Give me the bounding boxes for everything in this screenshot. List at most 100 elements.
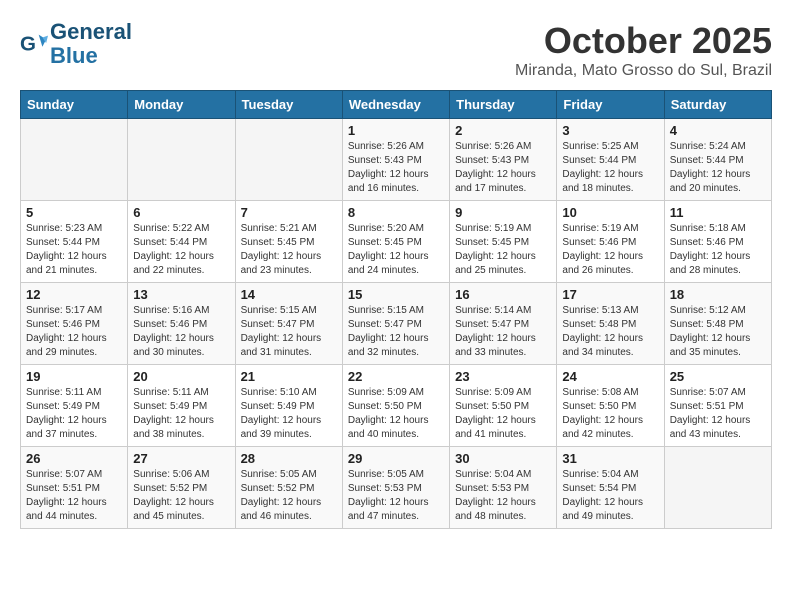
calendar-cell: 2Sunrise: 5:26 AMSunset: 5:43 PMDaylight… <box>450 119 557 201</box>
logo-blue: Blue <box>50 43 98 68</box>
logo-general: General <box>50 19 132 44</box>
day-number: 24 <box>562 369 658 384</box>
calendar-cell: 26 Sunrise: 5:07 AMSunset: 5:51 PMDayligh… <box>21 447 128 529</box>
day-number: 16 <box>455 287 551 302</box>
day-info: Sunrise: 5:22 AMSunset: 5:44 PMDaylight:… <box>133 222 229 278</box>
calendar-cell: 3 Sunrise: 5:25 AMSunset: 5:44 PMDaylight… <box>557 119 664 201</box>
logo-icon: G <box>20 30 48 58</box>
day-info: Sunrise: 5:09 AMSunset: 5:50 PMDaylight:… <box>348 386 444 442</box>
day-number: 30 <box>455 451 551 466</box>
day-number: 9 <box>455 205 551 220</box>
calendar-cell: 10 Sunrise: 5:19 AMSunset: 5:46 PMDayligh… <box>557 201 664 283</box>
day-number: 11 <box>670 205 766 220</box>
day-number: 1 <box>348 123 444 138</box>
weekday-header-saturday: Saturday <box>664 91 771 119</box>
day-info: Sunrise: 5:11 AMSunset: 5:49 PMDaylight:… <box>133 386 229 442</box>
day-number: 6 <box>133 205 229 220</box>
weekday-header-thursday: Thursday <box>450 91 557 119</box>
day-info: Sunrise: 5:25 AMSunset: 5:44 PMDaylight:… <box>562 140 658 196</box>
location-title: Miranda, Mato Grosso do Sul, Brazil <box>515 62 772 80</box>
calendar-cell: 16Sunrise: 5:14 AMSunset: 5:47 PMDayligh… <box>450 283 557 365</box>
title-block: October 2025 Miranda, Mato Grosso do Sul… <box>515 20 772 80</box>
day-info: Sunrise: 5:17 AMSunset: 5:46 PMDaylight:… <box>26 304 122 360</box>
svg-text:G: G <box>20 33 36 56</box>
calendar-cell: 5Sunrise: 5:23 AMSunset: 5:44 PMDaylight… <box>21 201 128 283</box>
calendar-cell: 29Sunrise: 5:05 AMSunset: 5:53 PMDayligh… <box>342 447 449 529</box>
calendar-cell: 6 Sunrise: 5:22 AMSunset: 5:44 PMDaylight… <box>128 201 235 283</box>
calendar-cell: 30 Sunrise: 5:04 AMSunset: 5:53 PMDayligh… <box>450 447 557 529</box>
day-number: 29 <box>348 451 444 466</box>
day-number: 19 <box>26 369 122 384</box>
weekday-header-wednesday: Wednesday <box>342 91 449 119</box>
calendar-cell: 13 Sunrise: 5:16 AMSunset: 5:46 PMDayligh… <box>128 283 235 365</box>
day-number: 3 <box>562 123 658 138</box>
week-row-2: 5Sunrise: 5:23 AMSunset: 5:44 PMDaylight… <box>21 201 772 283</box>
day-info: Sunrise: 5:19 AMSunset: 5:45 PMDaylight:… <box>455 222 551 278</box>
day-number: 27 <box>133 451 229 466</box>
calendar-cell: 24 Sunrise: 5:08 AMSunset: 5:50 PMDayligh… <box>557 365 664 447</box>
day-number: 18 <box>670 287 766 302</box>
calendar-cell: 19 Sunrise: 5:11 AMSunset: 5:49 PMDayligh… <box>21 365 128 447</box>
day-info: Sunrise: 5:26 AMSunset: 5:43 PMDaylight:… <box>455 140 551 196</box>
calendar-table: SundayMondayTuesdayWednesdayThursdayFrid… <box>20 90 772 529</box>
day-info: Sunrise: 5:07 AMSunset: 5:51 PMDaylight:… <box>670 386 766 442</box>
day-info: Sunrise: 5:04 AMSunset: 5:53 PMDaylight:… <box>455 468 551 524</box>
day-number: 17 <box>562 287 658 302</box>
calendar-cell: 11 Sunrise: 5:18 AMSunset: 5:46 PMDayligh… <box>664 201 771 283</box>
day-info: Sunrise: 5:16 AMSunset: 5:46 PMDaylight:… <box>133 304 229 360</box>
weekday-header-monday: Monday <box>128 91 235 119</box>
calendar-cell: 18 Sunrise: 5:12 AMSunset: 5:48 PMDayligh… <box>664 283 771 365</box>
day-number: 7 <box>241 205 337 220</box>
day-number: 8 <box>348 205 444 220</box>
day-info: Sunrise: 5:08 AMSunset: 5:50 PMDaylight:… <box>562 386 658 442</box>
calendar-cell <box>664 447 771 529</box>
month-title: October 2025 <box>515 20 772 62</box>
day-info: Sunrise: 5:19 AMSunset: 5:46 PMDaylight:… <box>562 222 658 278</box>
calendar-cell: 17 Sunrise: 5:13 AMSunset: 5:48 PMDayligh… <box>557 283 664 365</box>
calendar-cell: 9 Sunrise: 5:19 AMSunset: 5:45 PMDaylight… <box>450 201 557 283</box>
day-info: Sunrise: 5:18 AMSunset: 5:46 PMDaylight:… <box>670 222 766 278</box>
weekday-header-sunday: Sunday <box>21 91 128 119</box>
day-info: Sunrise: 5:21 AMSunset: 5:45 PMDaylight:… <box>241 222 337 278</box>
calendar-cell: 4 Sunrise: 5:24 AMSunset: 5:44 PMDaylight… <box>664 119 771 201</box>
day-number: 14 <box>241 287 337 302</box>
day-info: Sunrise: 5:04 AMSunset: 5:54 PMDaylight:… <box>562 468 658 524</box>
day-number: 31 <box>562 451 658 466</box>
calendar-cell <box>235 119 342 201</box>
day-info: Sunrise: 5:06 AMSunset: 5:52 PMDaylight:… <box>133 468 229 524</box>
calendar-cell: 20 Sunrise: 5:11 AMSunset: 5:49 PMDayligh… <box>128 365 235 447</box>
day-info: Sunrise: 5:26 AMSunset: 5:43 PMDaylight:… <box>348 140 444 196</box>
calendar-cell: 22Sunrise: 5:09 AMSunset: 5:50 PMDayligh… <box>342 365 449 447</box>
day-info: Sunrise: 5:09 AMSunset: 5:50 PMDaylight:… <box>455 386 551 442</box>
day-info: Sunrise: 5:13 AMSunset: 5:48 PMDaylight:… <box>562 304 658 360</box>
calendar-cell <box>21 119 128 201</box>
calendar-cell: 15Sunrise: 5:15 AMSunset: 5:47 PMDayligh… <box>342 283 449 365</box>
day-info: Sunrise: 5:24 AMSunset: 5:44 PMDaylight:… <box>670 140 766 196</box>
day-info: Sunrise: 5:07 AMSunset: 5:51 PMDaylight:… <box>26 468 122 524</box>
calendar-cell: 7 Sunrise: 5:21 AMSunset: 5:45 PMDaylight… <box>235 201 342 283</box>
day-number: 10 <box>562 205 658 220</box>
calendar-cell: 1 Sunrise: 5:26 AMSunset: 5:43 PMDaylight… <box>342 119 449 201</box>
day-info: Sunrise: 5:23 AMSunset: 5:44 PMDaylight:… <box>26 222 122 278</box>
day-number: 4 <box>670 123 766 138</box>
calendar-cell: 14Sunrise: 5:15 AMSunset: 5:47 PMDayligh… <box>235 283 342 365</box>
day-number: 13 <box>133 287 229 302</box>
weekday-header-row: SundayMondayTuesdayWednesdayThursdayFrid… <box>21 91 772 119</box>
logo: G General Blue <box>20 20 132 68</box>
week-row-1: 1 Sunrise: 5:26 AMSunset: 5:43 PMDaylight… <box>21 119 772 201</box>
day-number: 21 <box>241 369 337 384</box>
calendar-cell: 31 Sunrise: 5:04 AMSunset: 5:54 PMDayligh… <box>557 447 664 529</box>
day-number: 20 <box>133 369 229 384</box>
day-info: Sunrise: 5:20 AMSunset: 5:45 PMDaylight:… <box>348 222 444 278</box>
day-info: Sunrise: 5:12 AMSunset: 5:48 PMDaylight:… <box>670 304 766 360</box>
day-info: Sunrise: 5:11 AMSunset: 5:49 PMDaylight:… <box>26 386 122 442</box>
day-number: 26 <box>26 451 122 466</box>
calendar-cell: 27 Sunrise: 5:06 AMSunset: 5:52 PMDayligh… <box>128 447 235 529</box>
calendar-cell: 25Sunrise: 5:07 AMSunset: 5:51 PMDayligh… <box>664 365 771 447</box>
calendar-cell: 23Sunrise: 5:09 AMSunset: 5:50 PMDayligh… <box>450 365 557 447</box>
day-number: 15 <box>348 287 444 302</box>
calendar-cell: 28Sunrise: 5:05 AMSunset: 5:52 PMDayligh… <box>235 447 342 529</box>
weekday-header-tuesday: Tuesday <box>235 91 342 119</box>
week-row-3: 12Sunrise: 5:17 AMSunset: 5:46 PMDayligh… <box>21 283 772 365</box>
page-header: G General Blue October 2025 Miranda, Mat… <box>20 20 772 80</box>
